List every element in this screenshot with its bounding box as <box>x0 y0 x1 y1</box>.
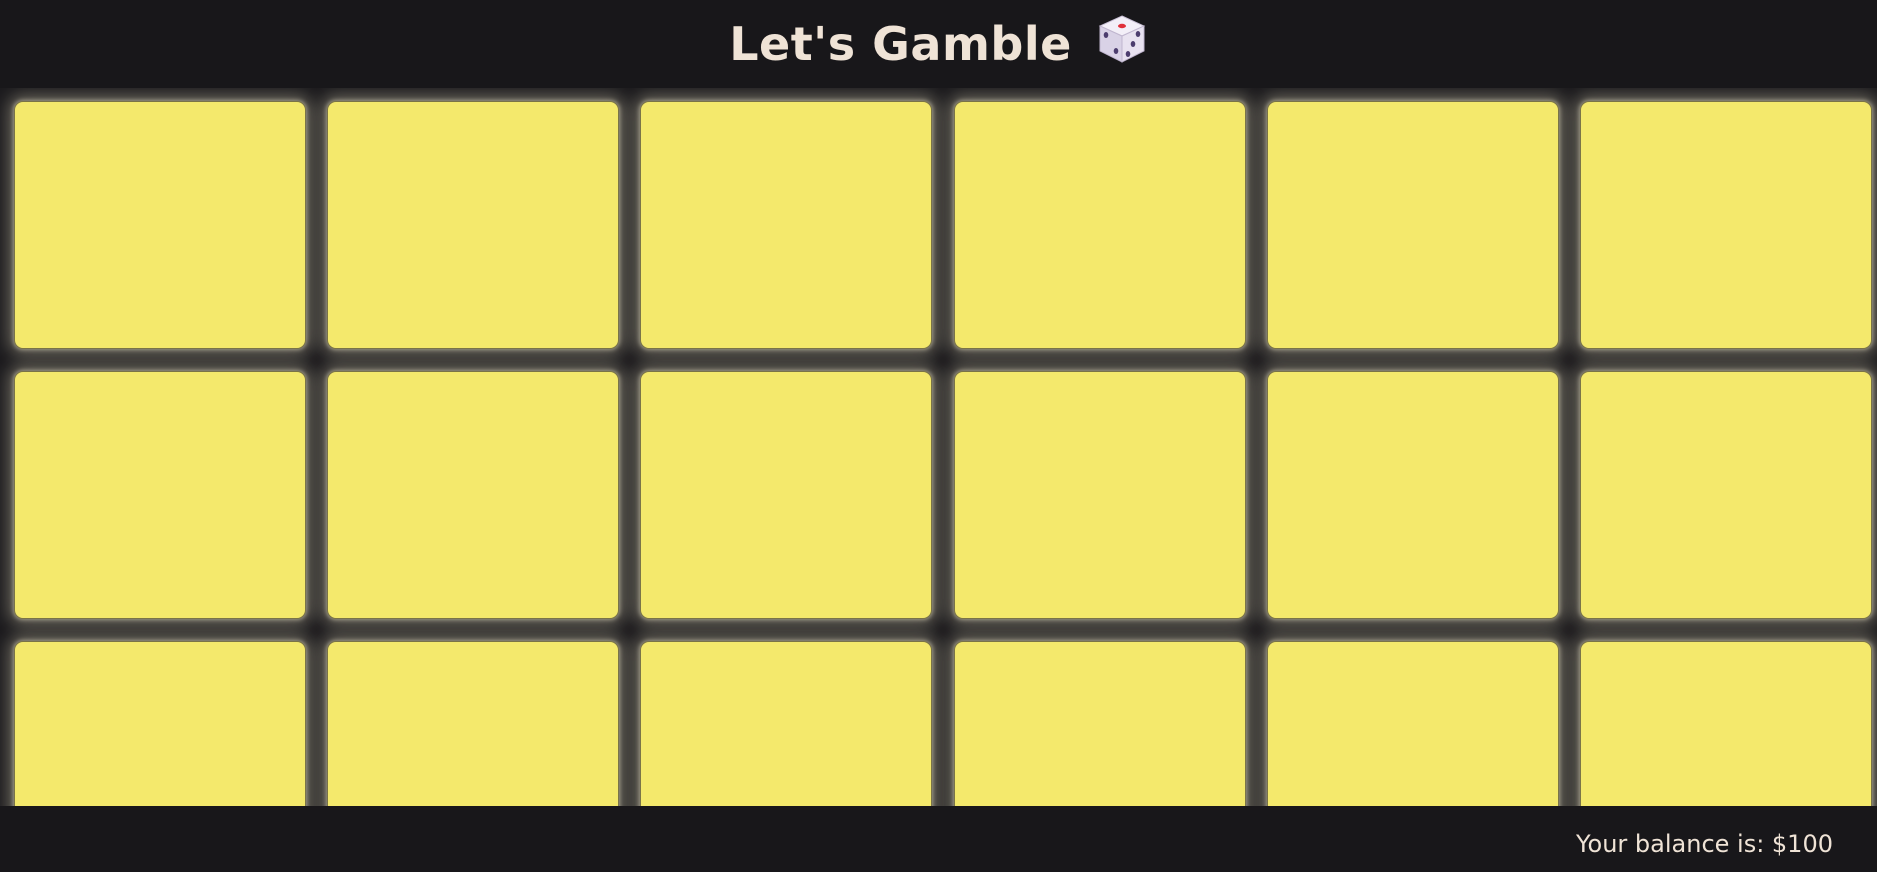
card-tile-r2-c5[interactable] <box>1267 371 1559 619</box>
card-tile-r2-c6[interactable] <box>1580 371 1872 619</box>
card-tile-r3-c5[interactable] <box>1267 641 1559 806</box>
page-title: Let's Gamble <box>729 13 1148 76</box>
card-tile-r2-c4[interactable] <box>954 371 1246 619</box>
card-tile-r1-c5[interactable] <box>1267 101 1559 349</box>
balance-text: Your balance is: $100 <box>1576 830 1833 858</box>
card-tile-r1-c1[interactable] <box>14 101 306 349</box>
card-tile-r1-c2[interactable] <box>327 101 619 349</box>
card-tile-r3-c4[interactable] <box>954 641 1246 806</box>
header: Let's Gamble <box>0 0 1877 88</box>
footer: Your balance is: $100 <box>0 806 1877 872</box>
card-tile-r2-c2[interactable] <box>327 371 619 619</box>
card-tile-r2-c3[interactable] <box>640 371 932 619</box>
card-tile-r1-c4[interactable] <box>954 101 1246 349</box>
title-text: Let's Gamble <box>729 17 1072 71</box>
card-tile-r1-c3[interactable] <box>640 101 932 349</box>
card-tile-r3-c1[interactable] <box>14 641 306 806</box>
dice-icon <box>1096 13 1148 76</box>
card-tile-r1-c6[interactable] <box>1580 101 1872 349</box>
card-tile-r3-c2[interactable] <box>327 641 619 806</box>
game-board <box>0 88 1877 806</box>
card-tile-r2-c1[interactable] <box>14 371 306 619</box>
card-tile-r3-c3[interactable] <box>640 641 932 806</box>
card-tile-r3-c6[interactable] <box>1580 641 1872 806</box>
